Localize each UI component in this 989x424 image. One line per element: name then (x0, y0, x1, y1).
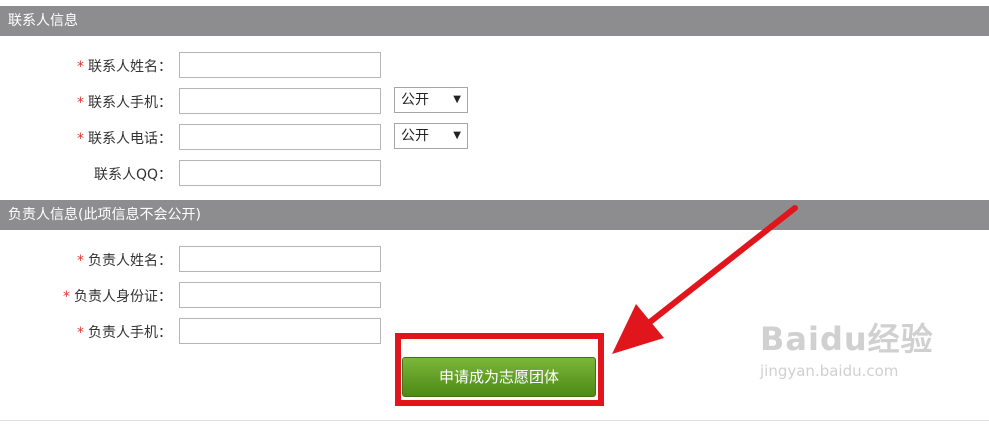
watermark-logo: Baidu经验 (760, 320, 934, 358)
baidu-jingyan-watermark: Baidu经验 jingyan.baidu.com (760, 314, 934, 380)
watermark-url: jingyan.baidu.com (760, 362, 899, 380)
divider (0, 420, 989, 421)
